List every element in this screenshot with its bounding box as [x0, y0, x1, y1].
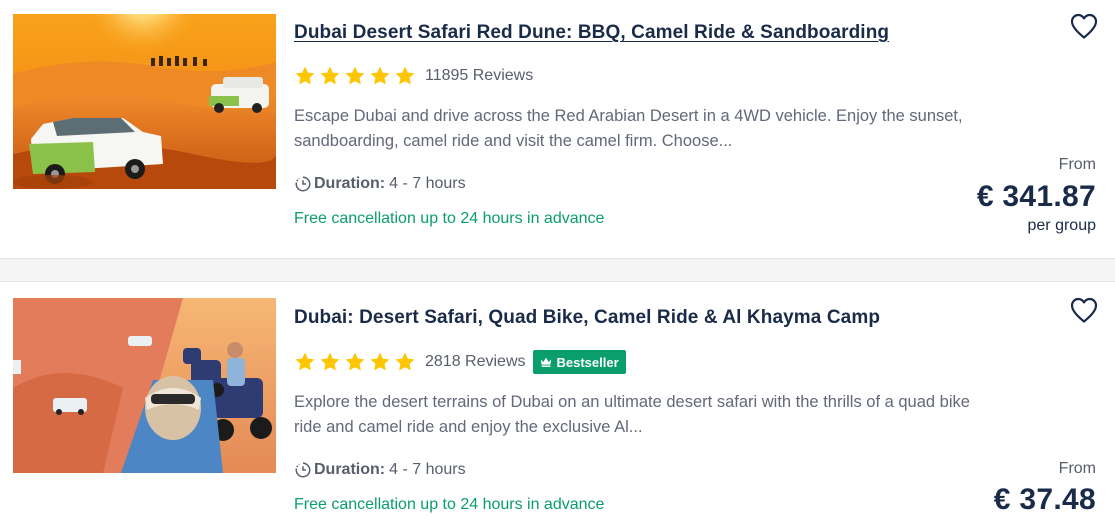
wishlist-button[interactable] [1069, 12, 1099, 40]
duration-label: Duration: [314, 461, 386, 478]
clock-icon [295, 462, 311, 478]
rating: 2818 Reviews Bestseller [294, 350, 626, 374]
description-line: Explore the desert terrains of Dubai on … [294, 393, 970, 411]
duration-label: Duration: [314, 175, 386, 192]
crown-icon [540, 357, 551, 367]
heart-outline-icon [1070, 297, 1098, 323]
review-count[interactable]: 11895 Reviews [425, 67, 533, 85]
clock-icon [295, 176, 311, 192]
rating: 11895 Reviews [294, 65, 533, 87]
price: € 341.87 [976, 180, 1096, 213]
duration-value: 4 - 7 hours [389, 175, 466, 192]
activity-image-desert-4wd[interactable] [13, 14, 276, 189]
review-count[interactable]: 2818 Reviews [425, 353, 526, 371]
duration-value: 4 - 7 hours [389, 461, 466, 478]
duration: Duration: 4 - 7 hours [294, 175, 466, 193]
activity-description: Explore the desert terrains of Dubai on … [294, 390, 1034, 440]
badge-label: Bestseller [556, 354, 619, 370]
star-icon [344, 351, 366, 373]
activity-title[interactable]: Dubai: Desert Safari, Quad Bike, Camel R… [294, 307, 880, 329]
star-icon [319, 351, 341, 373]
description-line: sandboarding, camel ride and visit the c… [294, 132, 733, 150]
activity-card[interactable]: Dubai Desert Safari Red Dune: BBQ, Camel… [0, 0, 1115, 258]
bestseller-badge: Bestseller [532, 350, 626, 374]
free-cancellation: Free cancellation up to 24 hours in adva… [294, 496, 605, 513]
desert-quad-bike-photo [13, 298, 276, 473]
desert-4wd-photo [13, 14, 276, 189]
price-from-label: From [1058, 156, 1096, 173]
star-icon [394, 351, 416, 373]
star-icon [294, 351, 316, 373]
price: € 37.48 [993, 483, 1096, 516]
wishlist-button[interactable] [1069, 296, 1099, 324]
activity-title[interactable]: Dubai Desert Safari Red Dune: BBQ, Camel… [294, 22, 889, 44]
star-icon [394, 65, 416, 87]
price-unit: per group [1027, 217, 1097, 234]
star-icon [369, 65, 391, 87]
activity-card[interactable]: Dubai: Desert Safari, Quad Bike, Camel R… [0, 282, 1115, 529]
heart-outline-icon [1070, 13, 1098, 39]
star-icon [294, 65, 316, 87]
activity-description: Escape Dubai and drive across the Red Ar… [294, 104, 1034, 154]
duration: Duration: 4 - 7 hours [294, 461, 466, 479]
description-line: Escape Dubai and drive across the Red Ar… [294, 107, 963, 125]
activity-image-quad-bike[interactable] [13, 298, 276, 473]
free-cancellation: Free cancellation up to 24 hours in adva… [294, 210, 605, 227]
price-from-label: From [1058, 460, 1096, 477]
star-icon [319, 65, 341, 87]
description-line: ride and camel ride and enjoy the exclus… [294, 418, 643, 436]
card-separator [0, 258, 1115, 282]
star-icon [344, 65, 366, 87]
star-icon [369, 351, 391, 373]
